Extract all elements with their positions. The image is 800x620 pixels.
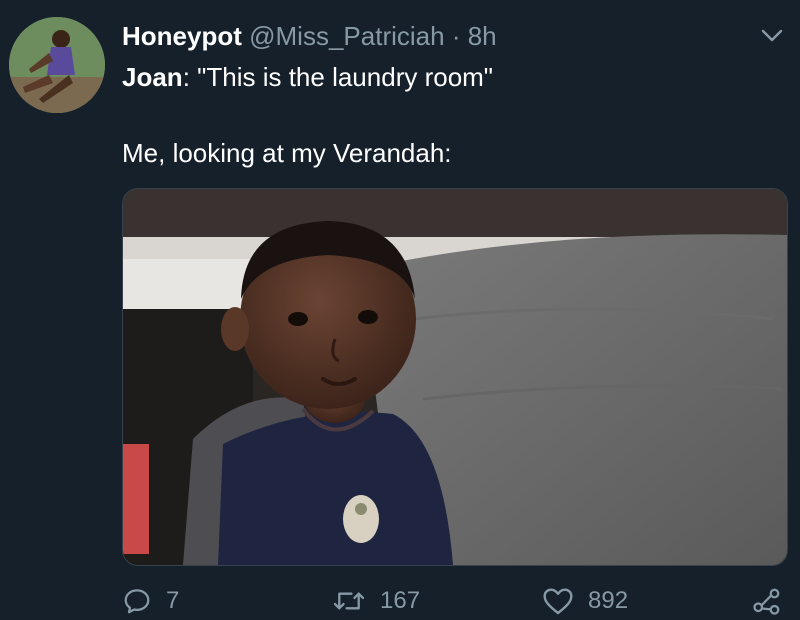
user-handle[interactable]: @Miss_Patriciah bbox=[249, 21, 444, 51]
avatar[interactable] bbox=[9, 17, 105, 113]
tweet-header: Honeypot @Miss_Patriciah · 8h bbox=[122, 20, 497, 52]
tweet-media-image[interactable] bbox=[122, 188, 788, 566]
tweet-action-bar: 7 167 892 bbox=[0, 584, 800, 620]
like-count: 892 bbox=[588, 587, 629, 614]
tweet-text-line-1: Joan: "This is the laundry room" bbox=[122, 60, 493, 94]
tweet-text-line-2: Me, looking at my Verandah: bbox=[122, 138, 452, 168]
reply-button[interactable]: 7 bbox=[122, 584, 179, 618]
retweet-icon bbox=[333, 592, 365, 610]
quoted-text: : "This is the laundry room" bbox=[182, 62, 494, 92]
share-button[interactable] bbox=[752, 584, 782, 618]
display-name[interactable]: Honeypot bbox=[122, 21, 242, 51]
retweet-button[interactable]: 167 bbox=[332, 584, 420, 618]
like-button[interactable]: 892 bbox=[542, 584, 628, 618]
reply-icon bbox=[124, 589, 150, 614]
reply-count: 7 bbox=[166, 587, 180, 614]
retweet-count: 167 bbox=[380, 587, 421, 614]
share-icon bbox=[753, 588, 780, 615]
quoted-speaker: Joan bbox=[122, 62, 183, 92]
heart-icon bbox=[543, 588, 573, 615]
separator-dot: · bbox=[451, 21, 461, 51]
timestamp[interactable]: 8h bbox=[468, 21, 497, 51]
chevron-down-icon[interactable] bbox=[760, 28, 784, 44]
avatar-image bbox=[9, 17, 105, 113]
